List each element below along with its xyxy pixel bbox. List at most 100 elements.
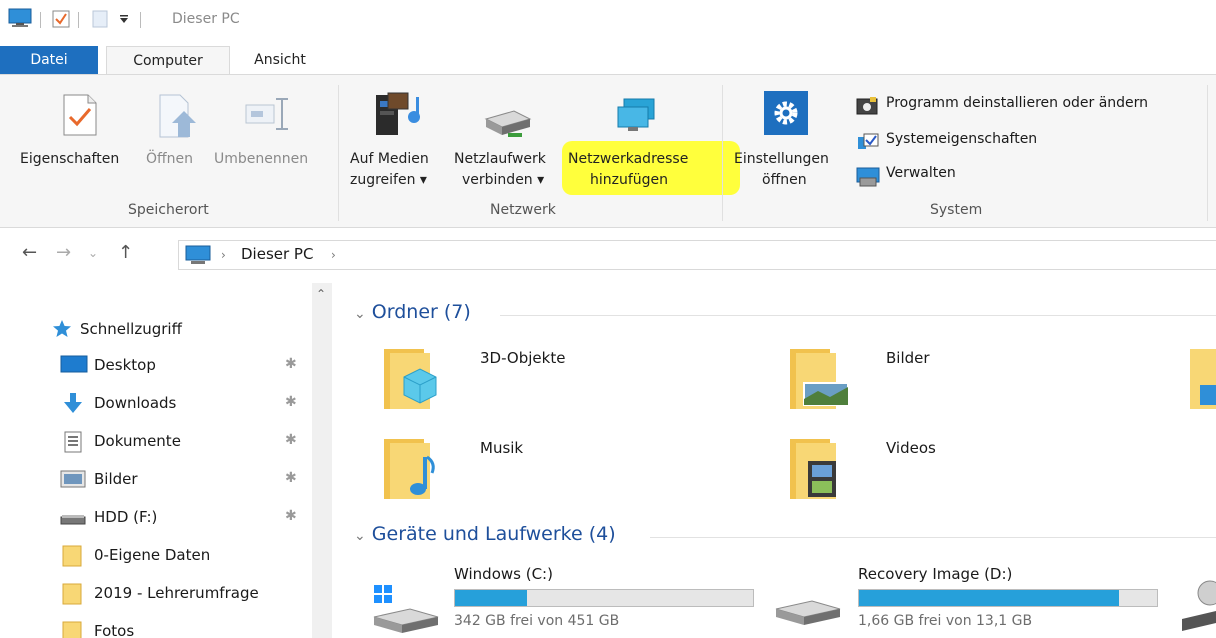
drive-item[interactable]: Recovery Image (D:) 1,66 GB frei von 13,… (774, 565, 1158, 638)
content-pane: ⌄ Ordner (7) 3D-Objekte Bilder Musik Vid… (340, 283, 1216, 638)
collapse-chevron-icon: ⌄ (354, 306, 366, 322)
pictures-icon (60, 470, 86, 488)
drive-partial-icon[interactable] (1182, 575, 1216, 635)
sidebar-item-folder[interactable]: 0-Eigene Daten (0, 537, 310, 575)
sidebar-label: Downloads (94, 394, 177, 412)
customize-quick-access-icon[interactable] (118, 13, 130, 25)
folder-name: 3D-Objekte (480, 349, 566, 367)
sidebar-label: Dokumente (94, 432, 181, 450)
breadcrumb-separator-icon[interactable]: › (221, 248, 226, 262)
navigation-pane: Schnellzugriff Desktop ✱ Downloads ✱ Dok… (0, 283, 332, 638)
ribbon-tabs: Datei Computer Ansicht (0, 46, 1216, 76)
open-settings-button[interactable]: Einstellungen öffnen (730, 87, 844, 195)
breadcrumb-this-pc[interactable]: Dieser PC (241, 245, 313, 263)
sidebar-item-folder[interactable]: 2019 - Lehrerumfrage (0, 575, 310, 613)
tab-computer[interactable]: Computer (106, 46, 230, 76)
map-network-drive-button[interactable]: Netzlaufwerk verbinden ▾ (452, 87, 564, 195)
sidebar-item-folder[interactable]: Fotos (0, 613, 310, 638)
system-properties-icon (858, 133, 879, 149)
sidebar-label: Fotos (94, 622, 135, 638)
address-bar[interactable]: › Dieser PC › (178, 240, 1216, 270)
tab-view[interactable]: Ansicht (236, 46, 324, 75)
sidebar-item-downloads[interactable]: Downloads ✱ (0, 385, 310, 423)
group-label-network: Netzwerk (490, 202, 556, 218)
recent-locations-chevron-icon[interactable]: ⌄ (88, 246, 98, 260)
properties-quick-icon[interactable] (52, 10, 70, 28)
navigation-bar: ← → ⌄ ↑ › Dieser PC › (0, 228, 1216, 280)
hard-drive-icon (775, 600, 841, 625)
folder-item[interactable]: Videos (786, 433, 1166, 513)
add-network-location-button[interactable]: Netzwerkadresse hinzufügen (562, 87, 742, 195)
sidebar-item-pictures[interactable]: Bilder ✱ (0, 461, 310, 499)
window-title: Dieser PC (172, 11, 240, 27)
sidebar-label: Bilder (94, 470, 138, 488)
access-media-button[interactable]: Auf Medien zugreifen ▾ (348, 87, 448, 195)
drive-free-space: 1,66 GB frei von 13,1 GB (858, 613, 1033, 629)
folder-name: Bilder (886, 349, 930, 367)
sidebar-label: Schnellzugriff (80, 320, 182, 338)
folder-icon (62, 583, 82, 605)
sidebar-item-quick-access[interactable]: Schnellzugriff (0, 311, 310, 349)
sidebar-label: HDD (F:) (94, 508, 158, 526)
folder-item[interactable]: 3D-Objekte (380, 343, 760, 423)
group-label-location: Speicherort (128, 202, 209, 218)
access-media-label-1: Auf Medien (350, 151, 429, 167)
drives-group-toggle[interactable]: ⌄ Geräte und Laufwerke (4) (354, 523, 616, 545)
rename-button[interactable]: Umbenennen (214, 87, 324, 195)
new-folder-quick-icon[interactable] (92, 10, 108, 28)
sidebar-label: 2019 - Lehrerumfrage (94, 584, 259, 602)
back-arrow-icon[interactable]: ← (22, 242, 37, 263)
manage-label: Verwalten (886, 165, 956, 181)
pin-icon[interactable]: ✱ (285, 508, 297, 524)
sidebar-scrollbar[interactable]: ⌃ (312, 283, 332, 638)
breadcrumb-chevron-icon[interactable]: › (331, 248, 336, 262)
music-folder-icon (384, 439, 435, 499)
drive-name: Windows (C:) (454, 565, 553, 583)
drive-usage-bar (454, 589, 754, 607)
download-icon (64, 393, 82, 413)
settings-gear-icon (764, 91, 808, 135)
sidebar-item-desktop[interactable]: Desktop ✱ (0, 347, 310, 385)
pin-icon[interactable]: ✱ (285, 356, 297, 372)
pin-icon[interactable]: ✱ (285, 470, 297, 486)
folder-item[interactable]: Musik (380, 433, 760, 513)
manage-icon (856, 167, 880, 187)
ribbon: Eigenschaften Öffnen Umbenennen Speicher… (0, 74, 1216, 228)
pin-icon[interactable]: ✱ (285, 394, 297, 410)
folder-icon (62, 621, 82, 638)
folder-item[interactable]: Bilder (786, 343, 1166, 423)
document-icon (64, 431, 82, 453)
up-arrow-icon[interactable]: ↑ (118, 242, 133, 263)
videos-folder-icon (790, 439, 836, 499)
rename-icon (245, 98, 288, 130)
system-properties-label: Systemeigenschaften (886, 131, 1038, 147)
3d-objects-folder-icon (384, 349, 437, 409)
rename-label: Umbenennen (214, 151, 309, 167)
sidebar-label: Desktop (94, 356, 156, 374)
drive-name: Recovery Image (D:) (858, 565, 1013, 583)
forward-arrow-icon[interactable]: → (56, 242, 71, 263)
star-icon (53, 320, 71, 337)
access-media-label-2: zugreifen ▾ (350, 172, 427, 188)
add-network-location-label-2: hinzufügen (590, 172, 669, 188)
properties-button[interactable]: Eigenschaften (20, 87, 136, 195)
drive-usage-fill (859, 590, 1120, 606)
open-settings-label-2: öffnen (762, 172, 807, 188)
sidebar-item-hdd[interactable]: HDD (F:) ✱ (0, 499, 310, 537)
this-pc-address-icon (185, 245, 211, 264)
this-pc-icon[interactable] (8, 8, 32, 28)
scroll-up-icon[interactable]: ⌃ (316, 287, 326, 301)
title-bar: Dieser PC (0, 0, 1216, 46)
map-network-drive-label-2: verbinden ▾ (462, 172, 545, 188)
pin-icon[interactable]: ✱ (285, 432, 297, 448)
media-icon (376, 92, 420, 135)
folder-partial-icon[interactable] (1190, 349, 1216, 409)
drive-item[interactable]: Windows (C:) 342 GB frei von 451 GB (370, 565, 754, 638)
folder-icon (62, 545, 82, 567)
sidebar-item-documents[interactable]: Dokumente ✱ (0, 423, 310, 461)
map-network-drive-label-1: Netzlaufwerk (454, 151, 546, 167)
drives-header: Geräte und Laufwerke (4) (371, 523, 616, 545)
tab-file[interactable]: Datei (0, 46, 98, 75)
folders-group-toggle[interactable]: ⌄ Ordner (7) (354, 301, 471, 323)
open-button[interactable]: Öffnen (146, 87, 206, 195)
